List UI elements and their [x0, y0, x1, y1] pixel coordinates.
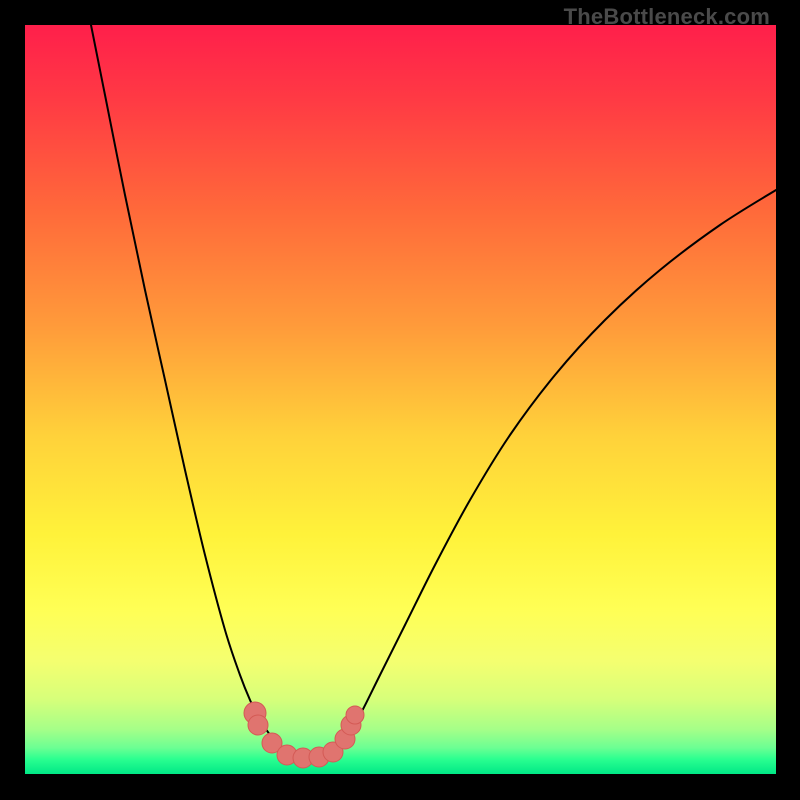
marker-cluster [244, 702, 364, 768]
marker-dot [346, 706, 364, 724]
marker-dot [248, 715, 268, 735]
chart-svg [25, 25, 776, 774]
attribution-watermark: TheBottleneck.com [564, 4, 770, 30]
bottleneck-curve [91, 25, 776, 759]
chart-frame [25, 25, 776, 774]
